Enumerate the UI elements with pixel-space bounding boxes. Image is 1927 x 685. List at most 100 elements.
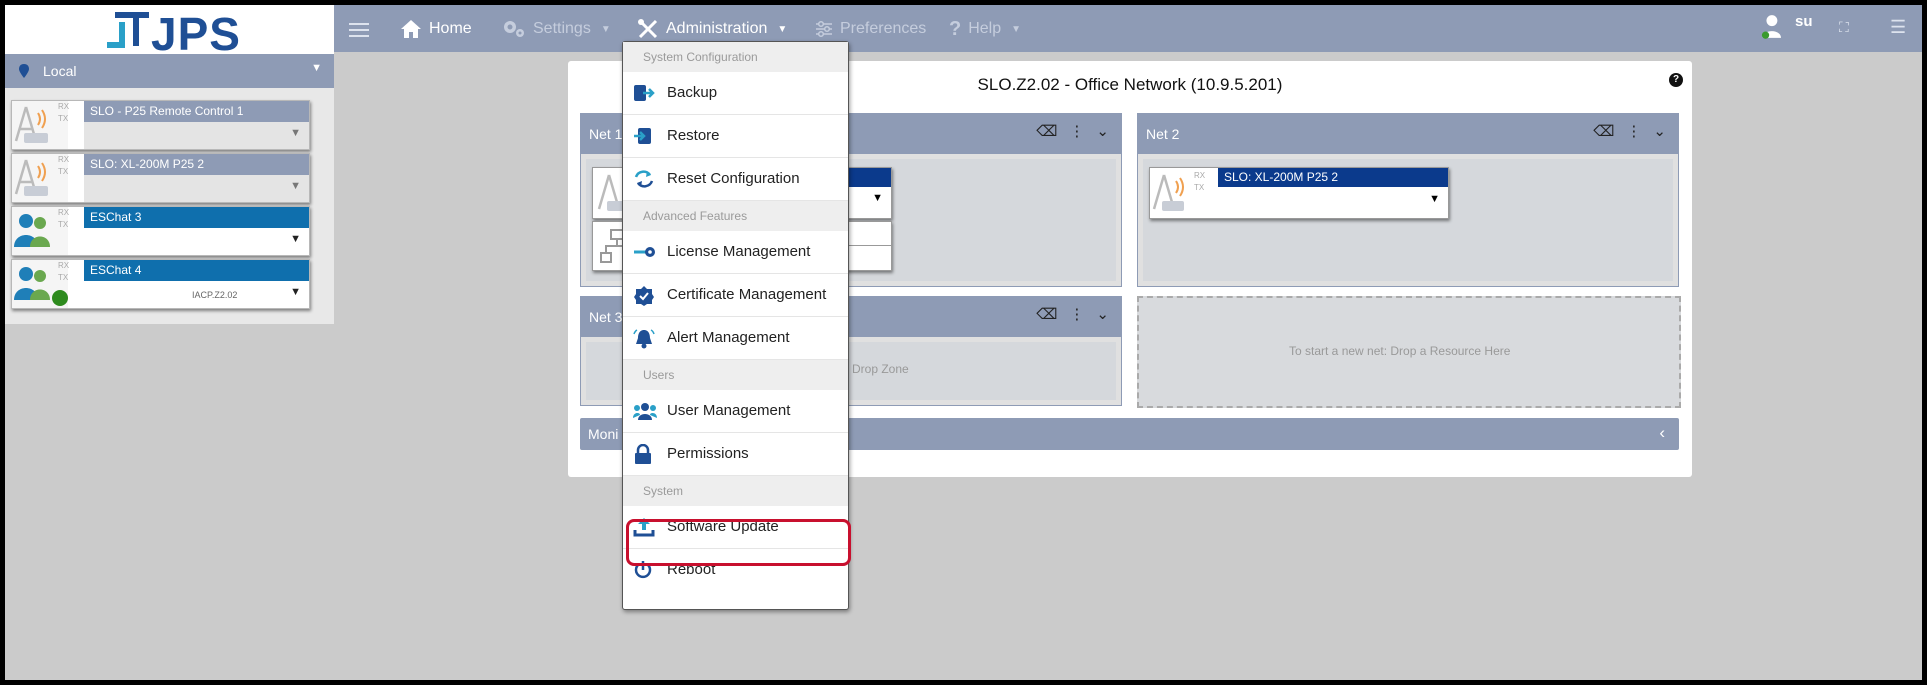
- chevron-down-icon: ▼: [1011, 23, 1022, 35]
- users-icon: [633, 403, 657, 420]
- drop-zone-label: Drop Zone: [852, 362, 909, 376]
- menu-item-label: Reset Configuration: [667, 170, 800, 187]
- resource-card[interactable]: RX TX ESChat 3 ▼: [11, 206, 310, 256]
- hamburger-menu-icon[interactable]: [349, 19, 369, 39]
- menu-item-label: License Management: [667, 243, 811, 260]
- nav-home[interactable]: Home: [400, 13, 472, 45]
- user-icon[interactable]: [1761, 14, 1781, 40]
- menu-section-users: Users: [623, 360, 848, 390]
- net-label: Net 1: [589, 126, 623, 142]
- rx-tx-indicator: RX TX: [58, 261, 70, 282]
- monitor-label: Moni: [588, 426, 619, 442]
- rx-tx-indicator: RX TX: [58, 208, 70, 229]
- menu-item-backup[interactable]: Backup: [623, 72, 848, 115]
- gears-icon: [504, 21, 524, 37]
- resource-card[interactable]: RX TX SLO: XL-200M P25 2 ▼: [1149, 167, 1449, 219]
- chevron-down-icon[interactable]: ▼: [290, 233, 301, 245]
- chevron-down-icon[interactable]: ▼: [872, 192, 883, 204]
- menu-item-certificate-management[interactable]: Certificate Management: [623, 274, 848, 317]
- resource-name-bar: [844, 168, 891, 187]
- rx-tx-indicator: RX TX: [58, 102, 70, 123]
- username[interactable]: su: [1795, 13, 1813, 30]
- menu-icon[interactable]: ☰: [1890, 17, 1906, 38]
- eraser-icon[interactable]: ⌫: [1593, 122, 1614, 140]
- more-vertical-icon[interactable]: ⋮: [1626, 122, 1641, 140]
- jps-logo-mark-icon: [107, 12, 149, 48]
- tools-icon: [638, 19, 658, 39]
- menu-item-label: User Management: [667, 402, 791, 419]
- resource-card[interactable]: RX TX ESChat 4 IACP.Z2.02 ▼: [11, 259, 310, 309]
- help-icon[interactable]: ?: [1669, 73, 1683, 87]
- chevron-down-icon[interactable]: ⌄: [1096, 305, 1109, 323]
- resource-list: RX TX SLO - P25 Remote Control 1 ▼ RX TX S…: [5, 88, 334, 324]
- nav-preferences-label: Preferences: [840, 20, 927, 37]
- resource-body: [84, 175, 309, 202]
- software-update-highlight: [626, 519, 851, 566]
- key-icon: [634, 247, 655, 257]
- net-label: Net 3: [589, 309, 623, 325]
- menu-item-label: Restore: [667, 127, 720, 144]
- chevron-down-icon: ▼: [600, 23, 611, 35]
- menu-item-label: Backup: [667, 84, 718, 101]
- resource-body: [84, 228, 309, 255]
- lock-icon: [635, 444, 651, 464]
- certificate-badge-icon: [634, 286, 654, 306]
- chevron-down-icon: ▼: [777, 23, 788, 35]
- resource-card[interactable]: RX TX SLO: XL-200M P25 2 ▼: [11, 153, 310, 203]
- bell-icon: [633, 329, 655, 349]
- menu-item-reset-configuration[interactable]: Reset Configuration: [623, 158, 848, 201]
- nav-home-label: Home: [429, 20, 472, 37]
- location-selector[interactable]: Local ▼: [5, 54, 334, 88]
- rx-tx-indicator: RX TX: [1194, 171, 1206, 192]
- menu-item-label: Certificate Management: [667, 286, 827, 303]
- app-window: Home Settings ▼ Administration ▼ Prefere…: [5, 5, 1922, 680]
- restore-icon: [634, 128, 651, 144]
- more-vertical-icon[interactable]: ⋮: [1069, 305, 1084, 323]
- map-pin-icon: [19, 64, 29, 78]
- nav-settings-label: Settings: [533, 20, 591, 37]
- net-2: Net 2 ⌫ ⋮ ⌄ RX TX SLO: XL-200M P25 2 ▼: [1137, 113, 1679, 287]
- logo: JPS: [5, 5, 334, 60]
- resource-card[interactable]: RX TX SLO - P25 Remote Control 1 ▼: [11, 100, 310, 150]
- fullscreen-icon[interactable]: ⛶: [1839, 19, 1849, 36]
- eraser-icon[interactable]: ⌫: [1036, 305, 1057, 323]
- sliders-icon: [816, 20, 832, 38]
- nav-help[interactable]: ? Help ▼: [949, 13, 1021, 45]
- chevron-down-icon[interactable]: ▼: [290, 286, 301, 298]
- chevron-down-icon[interactable]: ▼: [290, 180, 301, 192]
- menu-item-user-management[interactable]: User Management: [623, 390, 848, 433]
- menu-item-restore[interactable]: Restore: [623, 115, 848, 158]
- menu-item-permissions[interactable]: Permissions: [623, 433, 848, 476]
- refresh-icon: [634, 170, 654, 188]
- chevron-down-icon[interactable]: ▼: [290, 127, 301, 139]
- nav-settings[interactable]: Settings ▼: [502, 13, 611, 45]
- menu-item-license-management[interactable]: License Management: [623, 231, 848, 274]
- new-net-drop-zone[interactable]: To start a new net: Drop a Resource Here: [1137, 296, 1681, 408]
- resource-name: SLO: XL-200M P25 2: [84, 154, 309, 175]
- chevron-down-icon[interactable]: ▼: [1429, 193, 1440, 205]
- eraser-icon[interactable]: ⌫: [1036, 122, 1057, 140]
- chevron-left-icon[interactable]: ‹: [1659, 423, 1665, 443]
- nav-help-label: Help: [968, 20, 1002, 37]
- resource-name: ESChat 3: [84, 207, 309, 228]
- chevron-down-icon[interactable]: ⌄: [1096, 122, 1109, 140]
- more-vertical-icon[interactable]: ⋮: [1069, 122, 1084, 140]
- chevron-down-icon[interactable]: ⌄: [1653, 122, 1666, 140]
- resource-body: [84, 122, 309, 149]
- rx-tx-indicator: RX TX: [58, 155, 70, 176]
- home-icon: [401, 20, 421, 38]
- menu-section-advanced-features: Advanced Features: [623, 201, 848, 231]
- sidebar-empty-area: [5, 324, 334, 680]
- backup-icon: [634, 85, 655, 101]
- net-header: Net 2 ⌫ ⋮ ⌄: [1138, 114, 1678, 154]
- menu-item-alert-management[interactable]: Alert Management: [623, 317, 848, 360]
- net-drop-zone[interactable]: RX TX SLO: XL-200M P25 2 ▼: [1143, 159, 1673, 281]
- resource-name: SLO - P25 Remote Control 1: [84, 101, 309, 122]
- question-icon: ?: [949, 17, 962, 40]
- net-label: Net 2: [1146, 126, 1180, 142]
- location-label: Local: [43, 63, 77, 79]
- menu-section-system-configuration: System Configuration: [623, 42, 848, 72]
- chevron-down-icon: ▼: [311, 62, 322, 74]
- resource-sidebar: Local ▼ RX TX SLO - P25 Remote Control 1 …: [5, 54, 334, 680]
- menu-item-label: Permissions: [667, 445, 749, 462]
